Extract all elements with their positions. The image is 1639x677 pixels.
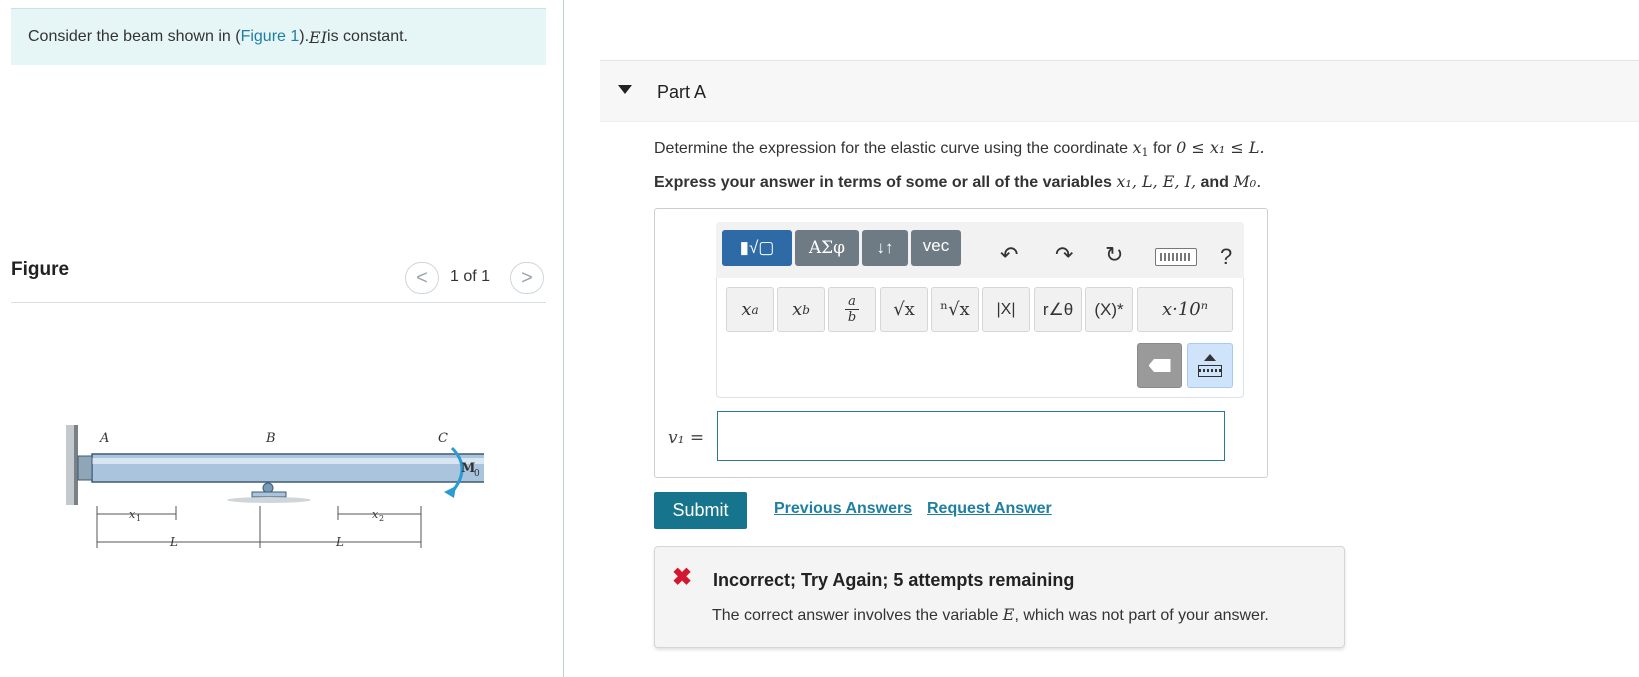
reset-icon[interactable]: ↻ [1105,242,1123,268]
fraction-button[interactable]: ab [828,287,876,332]
label-b: B [265,431,276,446]
dim-x2: x [372,508,379,521]
previous-answers-link[interactable]: Previous Answers [774,500,912,518]
question-var: x [1132,138,1142,157]
figure-pager-count: 1 of 1 [450,268,491,285]
subscript-base: x [792,299,803,320]
subscript-idx: b [802,302,810,317]
dim-x2-sub: 2 [379,514,384,523]
question-var-sub: 1 [1141,146,1149,159]
help-button[interactable]: ? [1220,244,1232,270]
feedback-variable: E [1002,605,1015,624]
ei-symbol: EI [309,27,328,47]
backspace-icon [1148,359,1171,372]
undo-icon[interactable]: ↶ [1000,242,1018,268]
moment-label-sub: 0 [474,469,480,479]
instruction-before: Express your answer in terms of some or … [654,174,1117,191]
redo-icon[interactable]: ↷ [1055,242,1073,268]
vector-button[interactable]: vec [911,230,961,266]
templates-button[interactable]: ▮√▢ [722,230,792,266]
caret-down-icon[interactable] [618,85,632,94]
question-before: Determine the expression for the elastic… [654,140,1133,157]
answer-input[interactable] [717,411,1225,461]
fraction-bottom: b [847,310,857,325]
feedback-text: The correct answer involves the variable… [712,605,1269,625]
intro-text-mid: ). [299,28,310,45]
next-figure-button[interactable]: > [510,262,544,294]
feedback-title: Incorrect; Try Again; 5 attempts remaini… [713,570,1075,590]
answer-variable-label: v₁ = [668,428,705,448]
figure-heading: Figure [11,259,70,280]
superscript-button[interactable]: xa [726,287,774,332]
figure-link[interactable]: Figure 1 [241,28,300,46]
superscript-exp: a [751,302,759,317]
previous-figure-button[interactable]: < [405,262,439,294]
feedback-text-after: , which was not part of your answer. [1014,607,1269,624]
intro-text-before: Consider the beam shown in ( [28,28,241,45]
keyboard-toggle-button[interactable] [1187,343,1233,388]
label-c: C [438,431,448,446]
beam-figure: A B C M 0 x 1 x 2 L L [66,425,484,549]
label-a: A [99,431,109,446]
instruction-last: M₀. [1233,172,1262,191]
dim-x1: x [129,508,136,521]
question-text: Determine the expression for the elastic… [654,138,1265,159]
part-a-header[interactable] [600,60,1639,122]
superscript-base: x [741,299,752,320]
caret-up-icon [1204,354,1216,361]
keyboard-icon [1198,365,1222,377]
question-for: for [1148,140,1177,157]
submit-button[interactable]: Submit [654,492,747,529]
keyboard-shortcuts-icon[interactable] [1155,248,1197,266]
incorrect-icon: ✖ [672,564,693,591]
nth-root-button[interactable]: ⁿ√x [931,287,979,332]
instruction-text: Express your answer in terms of some or … [654,172,1261,192]
backspace-button[interactable] [1137,343,1182,388]
fraction-top: a [848,294,856,309]
pane-divider[interactable] [563,0,564,677]
subscript-button[interactable]: xb [777,287,825,332]
part-a-title[interactable]: Part A [657,82,706,103]
dim-x1-sub: 1 [136,514,141,523]
greek-symbols-button[interactable]: ΑΣφ [795,230,859,266]
dim-span2: L [335,535,344,549]
scientific-notation-button[interactable]: x·10ⁿ [1137,287,1233,332]
polar-button[interactable]: r∠θ [1034,287,1082,332]
chevron-left-icon: < [416,266,428,289]
figure-divider [11,302,546,303]
request-answer-link[interactable]: Request Answer [927,500,1052,518]
dim-span1: L [169,535,178,549]
feedback-panel [654,546,1345,648]
question-range: 0 ≤ x₁ ≤ L. [1176,138,1265,157]
instruction-and: and [1196,174,1234,191]
conjugate-button[interactable]: (X)* [1085,287,1133,332]
problem-statement: Consider the beam shown in ( Figure 1 ).… [11,8,546,65]
feedback-text-before: The correct answer involves the variable [712,607,1003,624]
intro-text-after: is constant. [327,28,408,45]
chevron-right-icon: > [521,266,533,289]
instruction-vars: x₁, L, E, I, [1116,172,1197,191]
square-root-button[interactable]: √x [880,287,928,332]
absolute-value-button[interactable]: |X| [982,287,1030,332]
arrows-button[interactable]: ↓↑ [862,230,908,266]
